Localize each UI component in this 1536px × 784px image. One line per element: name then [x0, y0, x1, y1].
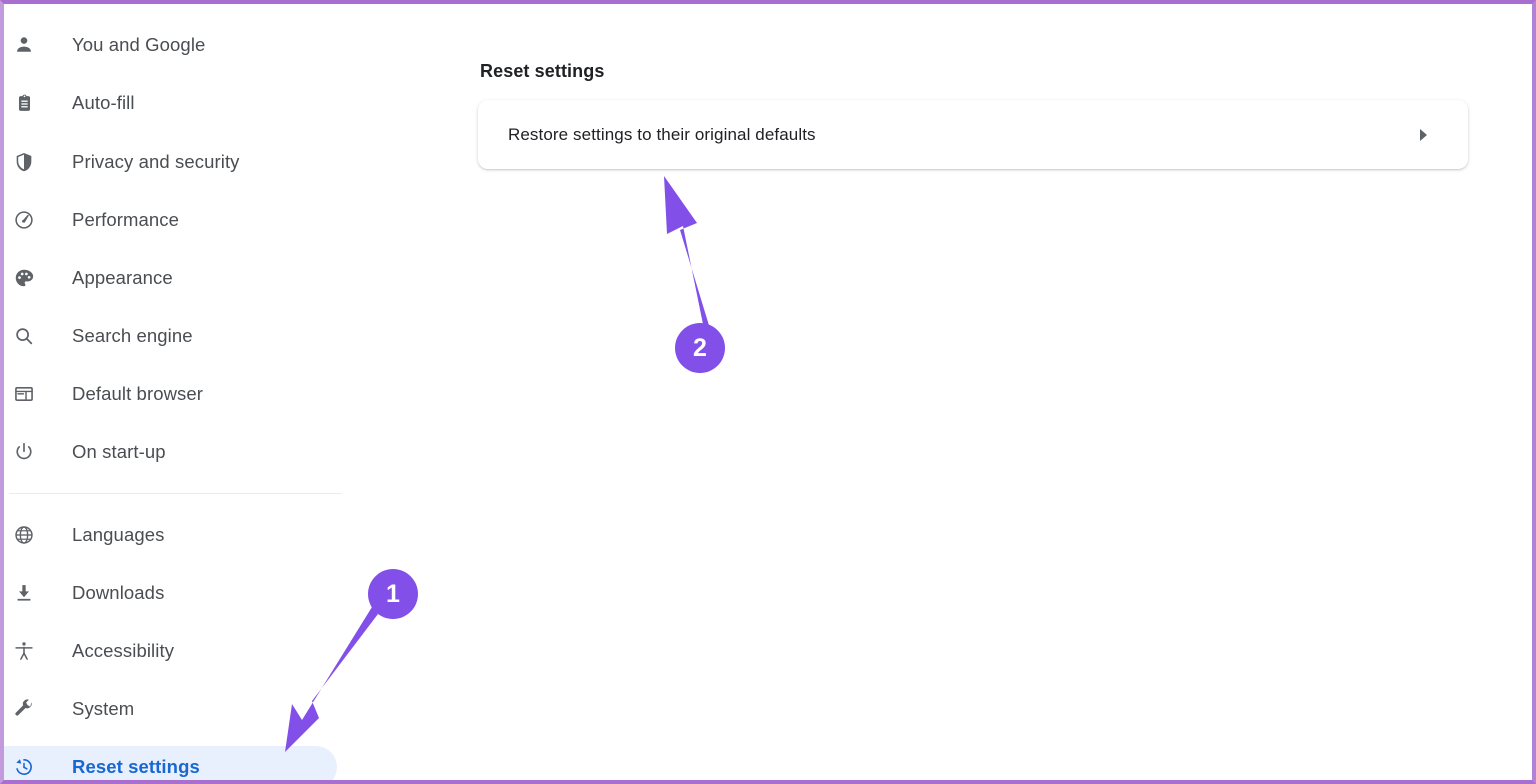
shield-icon [12, 150, 36, 174]
history-restore-icon [12, 755, 36, 779]
clipboard-icon [12, 91, 36, 115]
sidebar-item-label: Downloads [72, 582, 165, 603]
page-title: Reset settings [480, 61, 605, 82]
globe-icon [12, 523, 36, 547]
restore-settings-label: Restore settings to their original defau… [508, 124, 816, 144]
chrome-settings-window: You and Google Auto-fill Privacy and secur… [0, 0, 1536, 784]
palette-icon [12, 266, 36, 290]
sidebar-item-appearance[interactable]: Appearance [4, 257, 337, 299]
speedometer-icon [12, 208, 36, 232]
power-icon [12, 440, 36, 464]
sidebar-item-label: Reset settings [72, 756, 200, 777]
wrench-icon [12, 697, 36, 721]
restore-settings-row[interactable]: Restore settings to their original defau… [478, 100, 1468, 169]
sidebar-item-privacy-and-security[interactable]: Privacy and security [4, 141, 337, 183]
sidebar-item-downloads[interactable]: Downloads [4, 572, 337, 614]
sidebar-item-label: Accessibility [72, 640, 175, 661]
sidebar-item-search-engine[interactable]: Search engine [4, 315, 337, 357]
sidebar-item-label: On start-up [72, 441, 166, 462]
main-content: Reset settings Restore settings to their… [344, 4, 1532, 780]
sidebar-item-label: Languages [72, 524, 165, 545]
sidebar-item-accessibility[interactable]: Accessibility [4, 630, 337, 672]
sidebar-item-you-and-google[interactable]: You and Google [4, 24, 337, 66]
sidebar-item-label: Default browser [72, 383, 204, 404]
sidebar-item-label: Appearance [72, 267, 173, 288]
settings-sidebar: You and Google Auto-fill Privacy and secur… [4, 4, 344, 780]
sidebar-item-default-browser[interactable]: Default browser [4, 373, 337, 415]
sidebar-item-auto-fill[interactable]: Auto-fill [4, 82, 337, 124]
sidebar-item-label: Privacy and security [72, 151, 240, 172]
chevron-right-icon [1416, 128, 1430, 142]
sidebar-item-on-start-up[interactable]: On start-up [4, 431, 337, 473]
sidebar-item-label: Search engine [72, 325, 193, 346]
accessibility-icon [12, 639, 36, 663]
sidebar-item-label: You and Google [72, 34, 206, 55]
sidebar-item-label: Performance [72, 209, 180, 230]
browser-window-icon [12, 382, 36, 406]
sidebar-item-label: Auto-fill [72, 92, 135, 113]
sidebar-item-languages[interactable]: Languages [4, 514, 337, 556]
sidebar-item-performance[interactable]: Performance [4, 199, 337, 241]
sidebar-divider [9, 493, 342, 494]
download-icon [12, 581, 36, 605]
sidebar-item-label: System [72, 698, 135, 719]
search-icon [12, 324, 36, 348]
sidebar-item-reset-settings[interactable]: Reset settings [4, 746, 337, 780]
person-icon [12, 33, 36, 57]
sidebar-item-system[interactable]: System [4, 688, 337, 730]
